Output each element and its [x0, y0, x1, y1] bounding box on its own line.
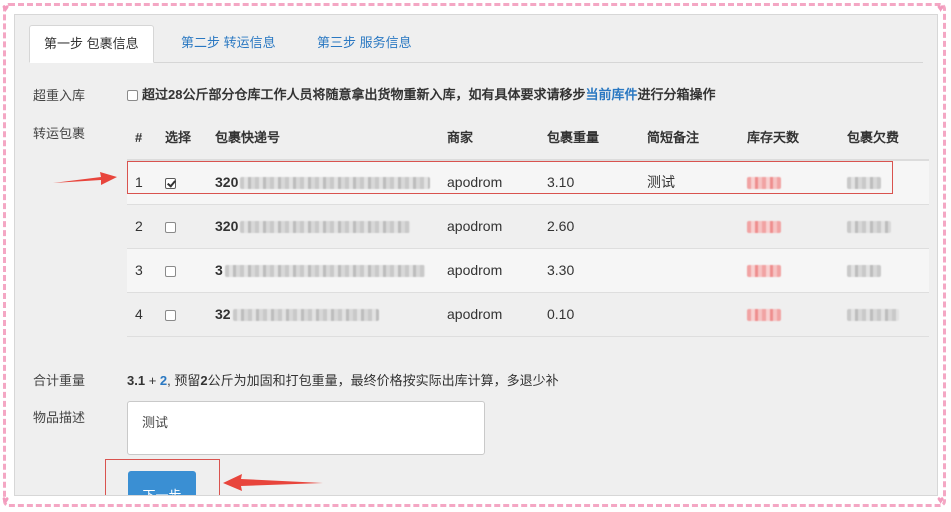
packages-table: # 选择 包裹快递号 商家 包裹重量 简短备注 库存天数 包裹欠费 1 320 …: [127, 119, 929, 337]
col-days: 库存天数: [747, 130, 800, 145]
tab-transfer-info[interactable]: 第二步 转运信息: [167, 25, 290, 61]
tracking-number: 3: [215, 262, 223, 278]
weight: 2.60: [547, 218, 575, 234]
description-textarea[interactable]: 测试: [127, 401, 485, 455]
selected-row-highlight: [127, 161, 893, 194]
table-header: # 选择 包裹快递号 商家 包裹重量 简短备注 库存天数 包裹欠费: [127, 119, 929, 161]
tab-package-info[interactable]: 第一步 包裹信息: [29, 25, 154, 63]
redacted-fee: [847, 265, 881, 278]
table-row: 3 3 apodrom 3.30: [127, 249, 929, 293]
row-checkbox[interactable]: [165, 309, 176, 321]
next-step-button[interactable]: 下一步: [128, 471, 196, 495]
overweight-checkbox[interactable]: [127, 90, 138, 102]
col-note: 简短备注: [647, 130, 700, 145]
overweight-text: 超过28公斤部分仓库工作人员将随意拿出货物重新入库，如有具体要求请移步: [142, 87, 586, 102]
total-weight-row: 3.1 + 2, 预留2公斤为加固和打包重量，最终价格按实际出库计算，多退少补: [127, 370, 559, 389]
row-index: 4: [135, 306, 143, 322]
total-weight-label: 合计重量: [33, 373, 86, 388]
tracking-number: 32: [215, 306, 231, 322]
overweight-text-after: 进行分箱操作: [637, 87, 716, 102]
heart-icon: ♥: [2, 1, 10, 15]
overweight-label: 超重入库: [33, 88, 86, 103]
heart-icon: ♥: [937, 1, 945, 15]
redacted-days: [747, 221, 781, 234]
pointer-arrow-icon: [53, 172, 117, 185]
redacted-fee: [847, 221, 891, 234]
plus-sign: +: [148, 373, 157, 388]
total-weight-value: 3.1: [127, 373, 146, 388]
tab-service-info[interactable]: 第三步 服务信息: [303, 25, 426, 61]
merchant: apodrom: [447, 262, 503, 278]
overweight-row: 超过28公斤部分仓库工作人员将随意拿出货物重新入库，如有具体要求请移步当前库件进…: [127, 84, 716, 103]
merchant: apodrom: [447, 306, 503, 322]
pointer-arrow-icon: [223, 474, 323, 491]
reserve-text-a: , 预留: [167, 373, 201, 388]
col-fee: 包裹欠费: [847, 130, 900, 145]
redacted-days: [747, 265, 781, 278]
redacted-fee: [847, 309, 899, 322]
row-index: 2: [135, 218, 143, 234]
reserve-weight: 2: [200, 373, 208, 388]
description-label: 物品描述: [33, 410, 86, 425]
redacted-days: [747, 309, 781, 322]
redacted-tracking: [232, 309, 379, 322]
packages-label: 转运包裹: [33, 126, 86, 141]
row-checkbox[interactable]: [165, 221, 176, 233]
tracking-number: 320: [215, 218, 239, 234]
table-row: 2 320 apodrom 2.60: [127, 205, 929, 249]
redacted-tracking: [240, 221, 411, 234]
col-merchant: 商家: [447, 130, 474, 145]
heart-icon: ♥: [2, 493, 10, 507]
row-checkbox[interactable]: [165, 265, 176, 277]
redacted-tracking: [224, 265, 425, 278]
weight: 3.30: [547, 262, 575, 278]
merchant: apodrom: [447, 218, 503, 234]
heart-icon: ♥: [937, 493, 945, 507]
row-index: 3: [135, 262, 143, 278]
col-select: 选择: [165, 130, 192, 145]
current-stock-link[interactable]: 当前库件: [585, 87, 637, 102]
step-tabs: 第一步 包裹信息 第二步 转运信息 第三步 服务信息: [29, 25, 923, 63]
col-weight: 包裹重量: [547, 130, 600, 145]
table-row: 4 32 apodrom 0.10: [127, 293, 929, 337]
col-index: #: [135, 130, 143, 145]
col-tracking: 包裹快递号: [215, 130, 281, 145]
weight: 0.10: [547, 306, 575, 322]
order-panel: 第一步 包裹信息 第二步 转运信息 第三步 服务信息 超重入库 超过28公斤部分…: [14, 14, 938, 496]
reserve-text-b: 公斤为加固和打包重量，最终价格按实际出库计算，多退少补: [207, 373, 559, 388]
